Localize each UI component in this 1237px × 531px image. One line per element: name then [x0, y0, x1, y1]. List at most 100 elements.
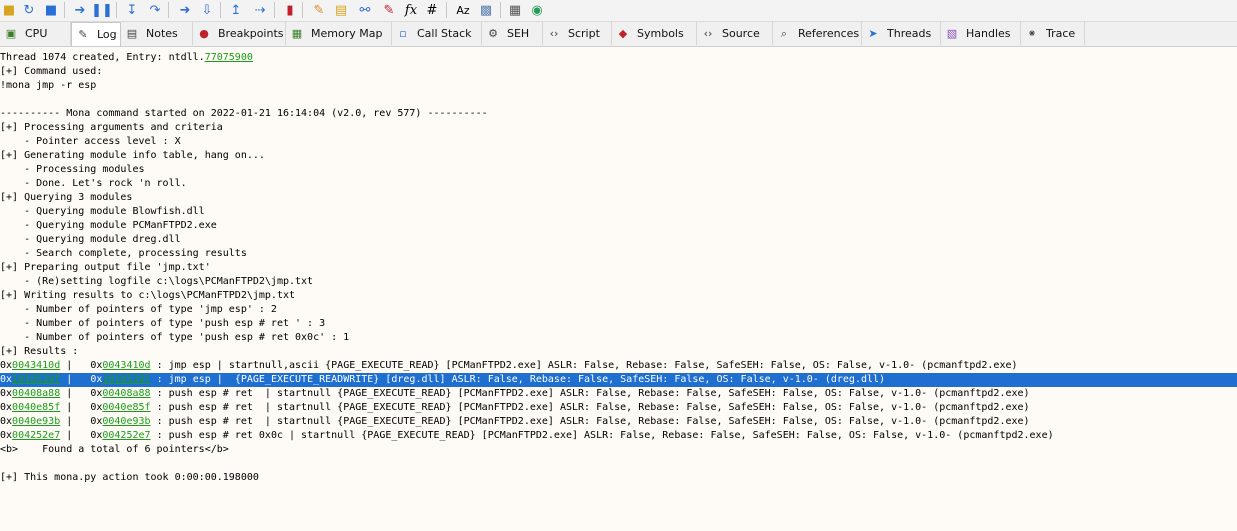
tab-label: Call Stack — [417, 27, 472, 40]
references-icon: ⌕ — [780, 26, 788, 40]
restart-icon[interactable]: ↻ — [21, 1, 37, 19]
tab-label: Memory Map — [311, 27, 383, 40]
run-icon[interactable]: ➔ — [72, 1, 88, 19]
variables-icon[interactable]: # — [424, 1, 440, 19]
log-line: ---------- Mona command started on 2022-… — [0, 108, 488, 119]
address-link[interactable]: 1010539f — [102, 374, 150, 385]
functions-icon[interactable]: fx — [402, 1, 420, 19]
log-line: [+] Results : — [0, 346, 79, 357]
tab-label: CPU — [25, 27, 48, 40]
result-row[interactable]: 0x0043410d | 0x0043410d : jmp esp | star… — [0, 359, 1237, 373]
animate-icon[interactable]: ⇩ — [198, 1, 216, 19]
step-into-icon[interactable]: ↧ — [124, 1, 140, 19]
strings-icon[interactable]: Az — [454, 1, 472, 19]
log-line: - Pointer access level : X — [0, 136, 181, 147]
log-line: - Search complete, processing results — [0, 248, 247, 259]
log-line: - Number of pointers of type 'jmp esp' :… — [0, 304, 277, 315]
tab-cpu[interactable]: ▣ CPU — [0, 22, 71, 45]
tab-label: Threads — [887, 27, 932, 40]
memory-map-icon: ▦ — [291, 27, 303, 40]
patch-icon[interactable]: ✎ — [310, 1, 328, 19]
result-row[interactable]: 0x00408a88 | 0x00408a88 : push esp # ret… — [0, 387, 1237, 401]
address-link[interactable]: 004252e7 — [102, 430, 150, 441]
calculator-icon[interactable]: ▦ — [507, 1, 523, 19]
log-line: - Number of pointers of type 'push esp #… — [0, 318, 326, 329]
result-row[interactable]: 0x1010539f | 0x1010539f : jmp esp | {PAG… — [0, 373, 1237, 387]
execute-till-return-icon[interactable]: ↥ — [228, 1, 244, 19]
tab-label: Log — [97, 28, 117, 41]
tab-memory-map[interactable]: ▦ Memory Map — [286, 22, 392, 45]
breakpoint-dot-icon: ● — [199, 27, 209, 40]
log-line: !mona jmp -r esp — [0, 80, 97, 91]
tab-log[interactable]: ✎ Log — [71, 22, 121, 46]
result-row[interactable]: 0x0040e93b | 0x0040e93b : push esp # ret… — [0, 415, 1237, 429]
step-over-line-icon[interactable]: ➜ — [176, 1, 194, 19]
log-view[interactable]: Thread 1074 created, Entry: ntdll.770759… — [0, 51, 1237, 485]
cpu-icon: ▣ — [5, 27, 17, 40]
run-to-user-code-icon[interactable]: ⇢ — [250, 1, 270, 19]
tab-threads[interactable]: ➤ Threads — [862, 22, 941, 45]
result-row[interactable]: 0x0040e85f | 0x0040e85f : push esp # ret… — [0, 401, 1237, 415]
open-icon[interactable]: ■ — [1, 1, 17, 19]
tab-source[interactable]: ‹› Source — [697, 22, 773, 45]
tab-trace[interactable]: ⁕ Trace — [1021, 22, 1085, 45]
log-line: [+] Processing arguments and criteria — [0, 122, 223, 133]
toolbar: ■ ↻ ■ ➔ ❚❚ ↧ ↷ ➜ ⇩ ↥ ⇢ ▮ ✎ ▤ ⚯ ✎ fx # Az… — [0, 0, 1237, 22]
tab-call-stack[interactable]: ▫ Call Stack — [392, 22, 482, 45]
address-link[interactable]: 1010539f — [12, 374, 60, 385]
source-icon: ‹› — [703, 27, 713, 40]
web-icon[interactable]: ◉ — [528, 1, 546, 19]
address-link[interactable]: 00408a88 — [12, 388, 60, 399]
log-line: - Done. Let's rock 'n roll. — [0, 178, 187, 189]
notes-icon: ▤ — [126, 27, 138, 40]
tab-label: SEH — [507, 27, 530, 40]
step-over-icon[interactable]: ↷ — [146, 1, 164, 19]
labels-icon[interactable]: ⚯ — [356, 1, 374, 19]
calculator-icon[interactable]: ▩ — [478, 1, 494, 19]
log-line: [+] Generating module info table, hang o… — [0, 150, 265, 161]
call-stack-icon: ▫ — [399, 27, 407, 40]
address-link[interactable]: 77075900 — [205, 52, 253, 63]
tab-script[interactable]: ‹› Script — [543, 22, 612, 45]
result-row[interactable]: 0x004252e7 | 0x004252e7 : push esp # ret… — [0, 429, 1237, 443]
tab-symbols[interactable]: ◆ Symbols — [612, 22, 697, 45]
stop-icon[interactable]: ▮ — [282, 1, 298, 19]
log-line: - Number of pointers of type 'push esp #… — [0, 332, 350, 343]
tab-references[interactable]: ⌕ References — [773, 22, 862, 45]
tab-label: Symbols — [637, 27, 684, 40]
address-link[interactable]: 004252e7 — [12, 430, 60, 441]
threads-icon: ➤ — [868, 27, 878, 40]
address-link[interactable]: 0040e93b — [102, 416, 150, 427]
log-line: - Querying module dreg.dll — [0, 234, 181, 245]
script-icon: ‹› — [549, 27, 559, 40]
tab-handles[interactable]: ▧ Handles — [941, 22, 1021, 45]
tab-label: Source — [722, 27, 760, 40]
log-line: [+] Writing results to c:\logs\PCManFTPD… — [0, 290, 296, 301]
log-line: [+] This mona.py action took 0:00:00.198… — [0, 472, 259, 483]
log-line: [+] Querying 3 modules — [0, 192, 133, 203]
address-link[interactable]: 0040e85f — [12, 402, 60, 413]
pause-icon[interactable]: ❚❚ — [91, 1, 113, 19]
address-link[interactable]: 00408a88 — [102, 388, 150, 399]
tab-breakpoints[interactable]: ● Breakpoints — [193, 22, 286, 45]
tab-label: Notes — [146, 27, 178, 40]
bookmarks-icon[interactable]: ✎ — [380, 1, 398, 19]
handles-icon: ▧ — [946, 27, 958, 40]
trace-icon: ⁕ — [1027, 27, 1037, 40]
tab-label: References — [798, 27, 860, 40]
log-line: <b> Found a total of 6 pointers</b> — [0, 444, 229, 455]
address-link[interactable]: 0043410d — [12, 360, 60, 371]
address-link[interactable]: 0040e93b — [12, 416, 60, 427]
log-line: - Querying module PCManFTPD2.exe — [0, 220, 217, 231]
tab-seh[interactable]: ⚙ SEH — [482, 22, 543, 45]
address-link[interactable]: 0043410d — [102, 360, 150, 371]
comments-icon[interactable]: ▤ — [332, 1, 350, 19]
log-line: [+] Command used: — [0, 66, 103, 77]
address-link[interactable]: 0040e85f — [102, 402, 150, 413]
tab-label: Breakpoints — [218, 27, 284, 40]
seh-icon: ⚙ — [488, 27, 498, 40]
close-icon[interactable]: ■ — [43, 1, 59, 19]
tab-notes[interactable]: ▤ Notes — [121, 22, 193, 45]
log-line: - Processing modules — [0, 164, 145, 175]
